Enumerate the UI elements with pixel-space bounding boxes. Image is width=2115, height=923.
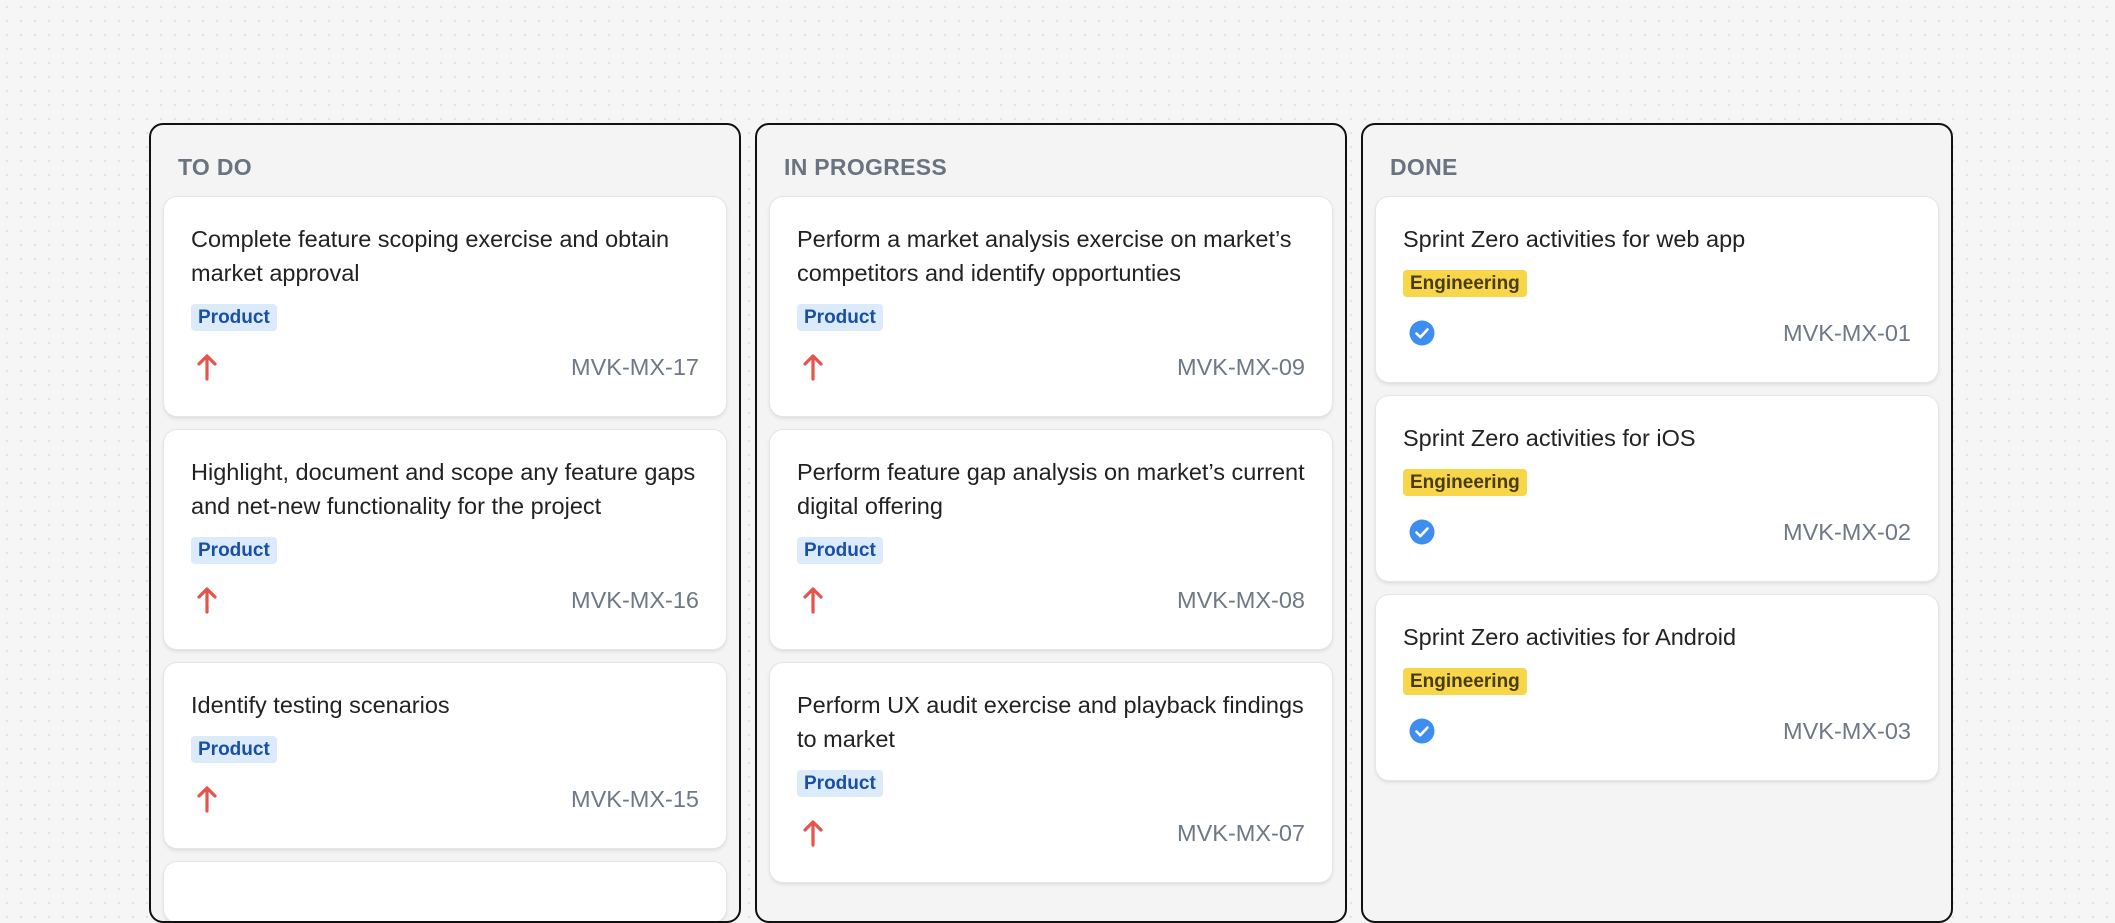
check-circle-icon bbox=[1403, 317, 1441, 349]
task-card[interactable]: Perform a market analysis exercise on ma… bbox=[770, 197, 1332, 416]
card-id: MVK-MX-09 bbox=[1177, 353, 1305, 380]
card-title: Sprint Zero activities for iOS bbox=[1403, 425, 1696, 451]
card-id: MVK-MX-07 bbox=[1177, 819, 1305, 846]
card-footer: MVK-MX-01 bbox=[1403, 317, 1911, 349]
tag-badge: Product bbox=[797, 770, 883, 797]
card-id: MVK-MX-02 bbox=[1783, 518, 1911, 545]
task-card[interactable]: Perform UX audit exercise and playback f… bbox=[770, 663, 1332, 882]
card-id: MVK-MX-03 bbox=[1783, 717, 1911, 744]
arrow-up-icon bbox=[191, 584, 229, 616]
tag-badge: Engineering bbox=[1403, 270, 1527, 297]
task-card[interactable]: Sprint Zero activities for iOS Engineeri… bbox=[1376, 396, 1938, 581]
arrow-up-icon bbox=[191, 783, 229, 815]
card-title: Highlight, document and scope any featur… bbox=[191, 459, 696, 519]
arrow-up-icon bbox=[797, 584, 835, 616]
check-circle-icon bbox=[1403, 715, 1441, 747]
kanban-board: TO DO Complete feature scoping exercise … bbox=[149, 123, 1953, 923]
card-title: Perform feature gap analysis on market’s… bbox=[797, 459, 1305, 519]
column-todo: TO DO Complete feature scoping exercise … bbox=[149, 123, 741, 923]
tag-badge: Engineering bbox=[1403, 668, 1527, 695]
task-card[interactable]: Highlight, document and scope any featur… bbox=[164, 430, 726, 649]
arrow-up-icon bbox=[797, 817, 835, 849]
task-card[interactable]: Sprint Zero activities for web app Engin… bbox=[1376, 197, 1938, 382]
card-footer: MVK-MX-02 bbox=[1403, 516, 1911, 548]
task-card[interactable]: Identify testing scenarios Product MVK-M… bbox=[164, 663, 726, 848]
card-title: Perform UX audit exercise and playback f… bbox=[797, 692, 1304, 752]
tag-badge: Product bbox=[191, 736, 277, 763]
column-title: DONE bbox=[1390, 154, 1458, 180]
card-list: Sprint Zero activities for web app Engin… bbox=[1376, 197, 1938, 780]
check-circle-icon bbox=[1403, 516, 1441, 548]
card-id: MVK-MX-16 bbox=[571, 586, 699, 613]
card-title: Complete feature scoping exercise and ob… bbox=[191, 226, 670, 286]
card-list: Perform a market analysis exercise on ma… bbox=[770, 197, 1332, 882]
card-footer: MVK-MX-09 bbox=[797, 351, 1305, 383]
card-title: Sprint Zero activities for web app bbox=[1403, 226, 1746, 252]
tag-badge: Product bbox=[191, 537, 277, 564]
task-card[interactable]: Complete feature scoping exercise and ob… bbox=[164, 197, 726, 416]
card-footer: MVK-MX-07 bbox=[797, 817, 1305, 849]
column-in-progress: IN PROGRESS Perform a market analysis ex… bbox=[755, 123, 1347, 923]
card-title: Sprint Zero activities for Android bbox=[1403, 624, 1737, 650]
column-title: TO DO bbox=[178, 154, 252, 180]
tag-badge: Engineering bbox=[1403, 469, 1527, 496]
tag-badge: Product bbox=[797, 537, 883, 564]
card-id: MVK-MX-17 bbox=[571, 353, 699, 380]
card-id: MVK-MX-15 bbox=[571, 785, 699, 812]
card-list: Complete feature scoping exercise and ob… bbox=[164, 197, 726, 921]
card-footer: MVK-MX-15 bbox=[191, 783, 699, 815]
arrow-up-icon bbox=[191, 351, 229, 383]
tag-badge: Product bbox=[191, 304, 277, 331]
card-footer: MVK-MX-08 bbox=[797, 584, 1305, 616]
card-footer: MVK-MX-16 bbox=[191, 584, 699, 616]
arrow-up-icon bbox=[797, 351, 835, 383]
card-footer: MVK-MX-03 bbox=[1403, 715, 1911, 747]
card-footer: MVK-MX-17 bbox=[191, 351, 699, 383]
column-title: IN PROGRESS bbox=[784, 154, 948, 180]
card-id: MVK-MX-08 bbox=[1177, 586, 1305, 613]
tag-badge: Product bbox=[797, 304, 883, 331]
task-card[interactable]: Perform feature gap analysis on market’s… bbox=[770, 430, 1332, 649]
column-done: DONE Sprint Zero activities for web app … bbox=[1361, 123, 1953, 923]
task-card[interactable]: Sprint Zero activities for Android Engin… bbox=[1376, 595, 1938, 780]
card-id: MVK-MX-01 bbox=[1783, 319, 1911, 346]
card-title: Perform a market analysis exercise on ma… bbox=[797, 226, 1292, 286]
card-title: Identify testing scenarios bbox=[191, 692, 450, 718]
task-card-partial[interactable] bbox=[164, 862, 726, 921]
